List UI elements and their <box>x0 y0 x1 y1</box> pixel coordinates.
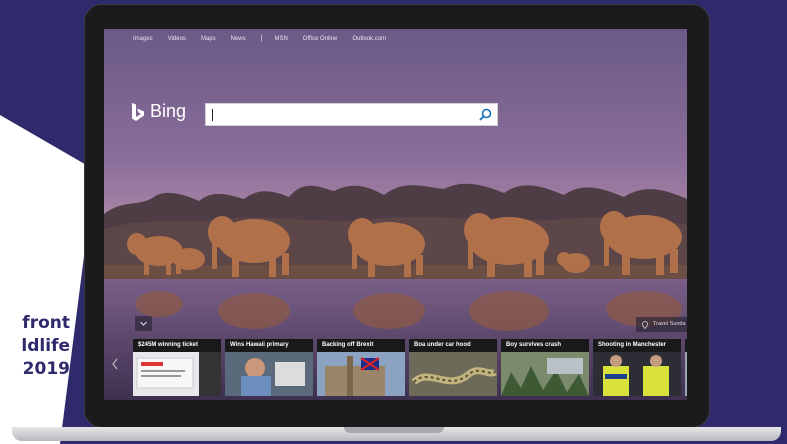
news-card-boa[interactable]: Boa under car hood <box>409 339 497 396</box>
news-card-title: Boy survives crash <box>501 339 589 352</box>
news-thumbnail <box>409 352 497 396</box>
nav-link-news[interactable]: News <box>231 36 246 42</box>
news-card-winning-ticket[interactable]: $245M winning ticket <box>133 339 221 396</box>
top-navigation: Images Videos Maps News | MSN Office Onl… <box>133 35 401 42</box>
news-card-partial[interactable]: Te <box>685 339 687 396</box>
news-card-title: Backing off Brexit <box>317 339 405 352</box>
chevron-down-icon <box>140 321 147 326</box>
text-cursor <box>212 109 213 121</box>
news-card-title: $245M winning ticket <box>133 339 221 352</box>
news-carousel: $245M winning ticket Wins Hawaii primary <box>133 339 687 396</box>
side-caption-line-1: front <box>22 313 70 333</box>
news-thumbnail <box>317 352 405 396</box>
news-card-title: Te <box>685 339 687 352</box>
nav-separator: | <box>260 35 263 42</box>
nav-link-outlook[interactable]: Outlook.com <box>352 36 386 42</box>
bing-logo-icon <box>132 102 144 121</box>
travel-label: Travel Sunda <box>653 321 686 327</box>
laptop-notch <box>344 427 444 433</box>
nav-link-msn[interactable]: MSN <box>274 36 287 42</box>
search-input[interactable] <box>211 107 471 123</box>
side-caption-line-3: 2019 <box>22 359 70 379</box>
news-thumbnail <box>225 352 313 396</box>
nav-link-office-online[interactable]: Office Online <box>303 36 338 42</box>
travel-badge[interactable]: Travel Sunda <box>636 317 687 332</box>
news-card-brexit[interactable]: Backing off Brexit <box>317 339 405 396</box>
bing-logo-text: Bing <box>150 101 187 121</box>
news-card-hawaii-primary[interactable]: Wins Hawaii primary <box>225 339 313 396</box>
news-thumbnail <box>133 352 221 396</box>
bing-logo[interactable]: Bing <box>131 101 186 122</box>
news-card-title: Shooting in Manchester <box>593 339 681 352</box>
side-caption-line-2: ldlife <box>21 336 70 356</box>
news-card-title: Boa under car hood <box>409 339 497 352</box>
news-thumbnail <box>501 352 589 396</box>
location-pin-icon <box>642 321 648 329</box>
side-caption: front ldlife 2019 <box>0 312 70 381</box>
chevron-left-icon[interactable] <box>110 357 120 371</box>
collapse-news-button[interactable] <box>135 316 152 331</box>
nav-link-maps[interactable]: Maps <box>201 36 216 42</box>
news-thumbnail <box>685 352 687 396</box>
nav-link-images[interactable]: Images <box>133 36 153 42</box>
news-card-manchester[interactable]: Shooting in Manchester <box>593 339 681 396</box>
nav-link-videos[interactable]: Videos <box>168 36 186 42</box>
news-card-boy-survives[interactable]: Boy survives crash <box>501 339 589 396</box>
news-card-title: Wins Hawaii primary <box>225 339 313 352</box>
laptop-screen: Images Videos Maps News | MSN Office Onl… <box>104 29 687 400</box>
search-box <box>205 103 498 126</box>
marketing-stage: front ldlife 2019 Images Videos Maps New… <box>0 0 787 444</box>
news-thumbnail <box>593 352 681 396</box>
search-icon[interactable] <box>477 107 493 123</box>
